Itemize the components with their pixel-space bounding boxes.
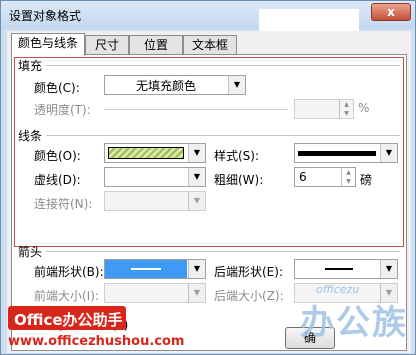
spin-up-icon[interactable]: ▲ <box>340 100 353 109</box>
close-button[interactable]: x <box>371 3 411 21</box>
end-style-label: 后端形状(E): <box>214 265 283 279</box>
end-style-swatch <box>325 268 353 270</box>
tab-colors-and-lines[interactable]: 颜色与线条 <box>11 33 85 56</box>
chevron-down-icon[interactable]: ▼ <box>188 284 205 302</box>
spin-buttons[interactable]: ▲ ▼ <box>341 168 355 186</box>
line-style-label: 样式(S): <box>214 149 260 163</box>
close-icon: x <box>387 5 395 19</box>
begin-size-label: 前端大小(I): <box>34 289 99 303</box>
spin-down-icon[interactable]: ▼ <box>340 109 353 118</box>
watermark-url: www.officezhushou.com <box>8 334 185 349</box>
begin-size-dropdown[interactable]: ▼ <box>104 283 206 303</box>
fill-separator <box>46 65 400 66</box>
arrows-separator <box>46 251 400 252</box>
line-color-label: 颜色(O): <box>34 149 81 163</box>
weight-spinner[interactable]: 6 ▲ ▼ <box>294 167 356 187</box>
chevron-down-icon[interactable]: ▼ <box>380 260 397 278</box>
tab-textbox[interactable]: 文本框 <box>183 35 237 55</box>
watermark-brand: Office办公助手 <box>14 311 123 329</box>
weight-value[interactable]: 6 <box>299 170 307 184</box>
weight-label: 粗细(W): <box>214 173 264 187</box>
line-color-swatch <box>108 147 184 159</box>
weight-unit: 磅 <box>360 173 373 187</box>
dash-label: 虚线(D): <box>34 173 81 187</box>
chevron-down-icon[interactable]: ▼ <box>188 144 205 162</box>
dialog-title: 设置对象格式 <box>9 9 82 23</box>
spin-down-icon[interactable]: ▼ <box>342 177 355 186</box>
arrows-section-title: 箭头 <box>18 245 43 259</box>
begin-style-dropdown[interactable]: ▼ <box>104 259 206 279</box>
connector-dropdown[interactable]: ▼ <box>104 191 206 211</box>
line-style-dropdown[interactable]: ▼ <box>294 143 398 163</box>
chevron-down-icon[interactable]: ▼ <box>188 260 205 278</box>
line-section-title: 线条 <box>18 129 43 143</box>
chevron-down-icon[interactable]: ▼ <box>188 192 205 210</box>
tab-size[interactable]: 尺寸 <box>85 35 129 55</box>
fill-section-title: 填充 <box>18 59 43 73</box>
begin-style-swatch <box>131 268 161 270</box>
fill-color-dropdown[interactable]: 无填充颜色 ▼ <box>104 75 246 95</box>
dash-dropdown[interactable]: ▼ <box>104 167 206 187</box>
spin-up-icon[interactable]: ▲ <box>342 168 355 177</box>
begin-style-label: 前端形状(B): <box>34 265 104 279</box>
transparency-unit: % <box>358 101 370 115</box>
end-style-dropdown[interactable]: ▼ <box>294 259 398 279</box>
fill-color-label: 颜色(C): <box>34 81 80 95</box>
line-style-swatch <box>298 151 376 156</box>
transparency-label: 透明度(T): <box>34 103 91 117</box>
watermark-logo: 办公族 <box>300 303 408 343</box>
connector-label: 连接符(N): <box>34 197 93 211</box>
transparency-slider[interactable] <box>104 109 288 110</box>
chevron-down-icon[interactable]: ▼ <box>228 76 245 94</box>
chevron-down-icon[interactable]: ▼ <box>188 168 205 186</box>
spin-buttons[interactable]: ▲ ▼ <box>339 100 353 118</box>
transparency-spinner[interactable]: ▲ ▼ <box>294 99 354 119</box>
end-size-label: 后端大小(Z): <box>214 289 284 303</box>
tab-position[interactable]: 位置 <box>129 35 183 55</box>
line-separator <box>46 135 400 136</box>
fill-color-value: 无填充颜色 <box>135 79 196 93</box>
line-color-dropdown[interactable]: ▼ <box>104 143 206 163</box>
chevron-down-icon[interactable]: ▼ <box>380 144 397 162</box>
